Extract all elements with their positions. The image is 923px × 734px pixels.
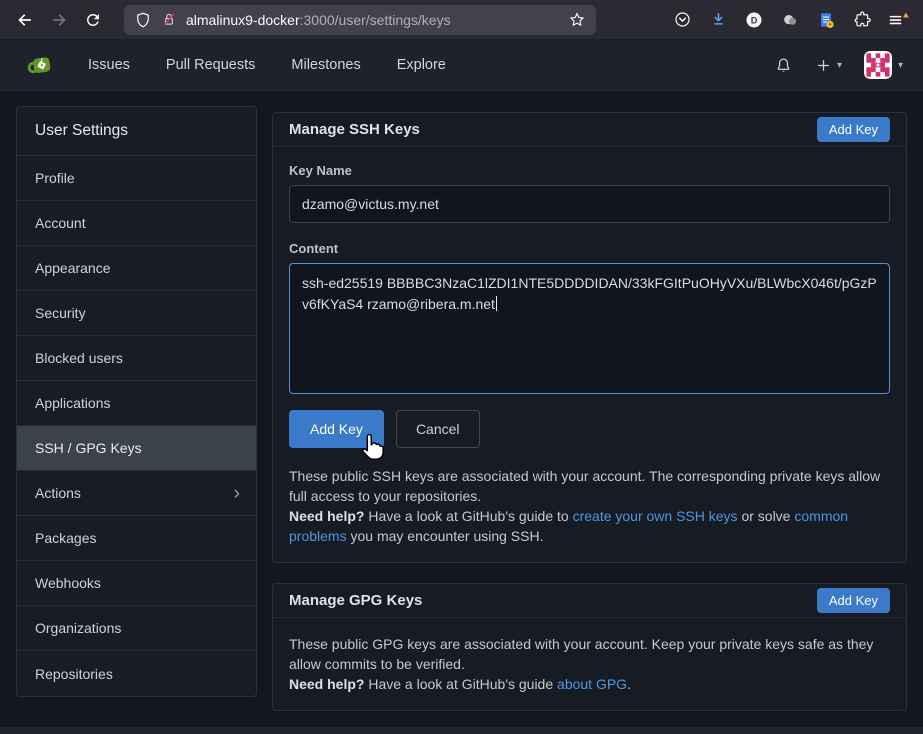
chevron-right-icon: › (234, 484, 240, 503)
plus-icon (815, 57, 832, 74)
extensions-puzzle-button[interactable] (845, 5, 879, 35)
sidebar-title: User Settings (17, 107, 256, 156)
sidebar-item-packages[interactable]: Packages (17, 516, 256, 561)
url-host: almalinux9-docker (186, 12, 300, 28)
update-warning-badge (903, 12, 909, 17)
circles-extension-icon (780, 10, 800, 30)
reload-icon (84, 11, 102, 29)
gitea-logo-link[interactable] (26, 50, 56, 80)
create-new-button[interactable]: ▾ (815, 57, 842, 74)
sidebar-item-ssh-gpg-keys[interactable]: SSH / GPG Keys (17, 426, 256, 471)
about-gpg-link[interactable]: about GPG (557, 676, 627, 692)
gpg-add-key-toggle-button[interactable]: Add Key (817, 588, 890, 613)
extension-circles-button[interactable] (773, 5, 807, 35)
ssh-panel-title: Manage SSH Keys (289, 121, 420, 138)
sidebar-item-security[interactable]: Security (17, 291, 256, 336)
sidebar-item-profile[interactable]: Profile (17, 156, 256, 201)
notifications-button[interactable] (774, 56, 793, 75)
chevron-down-icon: ▾ (898, 60, 903, 71)
content-textarea[interactable]: ssh-ed25519 BBBBC3NzaC1lZDI1NTE5DDDDIDAN… (289, 263, 890, 394)
ssh-panel-header: Manage SSH Keys Add Key (273, 113, 906, 147)
gpg-panel-title: Manage GPG Keys (289, 592, 422, 609)
key-name-label: Key Name (289, 163, 890, 178)
footer-strip (0, 727, 923, 734)
forward-arrow-icon (49, 10, 69, 30)
chevron-down-icon: ▾ (837, 60, 842, 71)
browser-actions: D (665, 5, 915, 35)
extension-document-button[interactable] (809, 5, 843, 35)
gpg-panel-body: These public GPG keys are associated wit… (273, 618, 906, 710)
bookmark-star-icon[interactable] (568, 11, 586, 29)
forward-button[interactable] (42, 5, 76, 35)
content-label: Content (289, 241, 890, 256)
gpg-help-text: These public GPG keys are associated wit… (289, 634, 890, 694)
app-menu-button[interactable] (881, 5, 915, 35)
extension-d-button[interactable]: D (737, 5, 771, 35)
url-path: :3000/user/settings/keys (300, 12, 451, 28)
manage-ssh-keys-panel: Manage SSH Keys Add Key Key Name dzamo@v… (272, 112, 907, 563)
sidebar-item-webhooks[interactable]: Webhooks (17, 561, 256, 606)
nav-link-explore[interactable]: Explore (397, 40, 446, 91)
gpg-panel-header: Manage GPG Keys Add Key (273, 584, 906, 618)
sidebar-item-actions[interactable]: Actions› (17, 471, 256, 516)
svg-text:D: D (751, 15, 758, 25)
shield-permissions-icon[interactable] (134, 11, 152, 29)
ssh-panel-body: Key Name dzamo@victus.my.net Content ssh… (273, 147, 906, 562)
settings-page: User Settings Profile Account Appearance… (0, 91, 923, 731)
manage-gpg-keys-panel: Manage GPG Keys Add Key These public GPG… (272, 583, 907, 711)
document-extension-icon (816, 10, 836, 30)
create-ssh-keys-link[interactable]: create your own SSH keys (573, 508, 738, 524)
bell-icon (774, 56, 793, 75)
sidebar-item-organizations[interactable]: Organizations (17, 606, 256, 651)
gitea-logo-icon (26, 50, 56, 80)
browser-toolbar: almalinux9-docker:3000/user/settings/key… (0, 0, 923, 40)
text-cursor (496, 296, 498, 311)
ssh-help-text: These public SSH keys are associated wit… (289, 466, 890, 546)
sidebar-item-repositories[interactable]: Repositories (17, 651, 256, 696)
gitea-navbar: Issues Pull Requests Milestones Explore … (0, 40, 923, 91)
sidebar-item-appearance[interactable]: Appearance (17, 246, 256, 291)
ssh-cancel-button[interactable]: Cancel (396, 410, 480, 448)
back-arrow-icon (15, 10, 35, 30)
user-menu-button[interactable]: ▾ (864, 51, 903, 79)
key-name-input[interactable]: dzamo@victus.my.net (289, 185, 890, 223)
sidebar-item-applications[interactable]: Applications (17, 381, 256, 426)
hamburger-menu-icon (886, 10, 910, 30)
url-text: almalinux9-docker:3000/user/settings/key… (186, 12, 560, 28)
ssh-submit-add-key-button[interactable]: Add Key (289, 410, 384, 448)
pocket-icon (673, 10, 692, 29)
pocket-button[interactable] (665, 5, 699, 35)
ssh-add-key-toggle-button[interactable]: Add Key (817, 117, 890, 142)
reload-button[interactable] (76, 5, 110, 35)
letter-d-extension-icon: D (744, 10, 764, 30)
nav-link-issues[interactable]: Issues (88, 40, 130, 91)
ssh-form-buttons: Add Key Cancel (289, 410, 890, 448)
download-icon (709, 10, 728, 29)
settings-sidebar: User Settings Profile Account Appearance… (16, 106, 257, 697)
settings-content: Manage SSH Keys Add Key Key Name dzamo@v… (272, 112, 907, 731)
sidebar-item-account[interactable]: Account (17, 201, 256, 246)
nav-link-milestones[interactable]: Milestones (291, 40, 360, 91)
url-bar[interactable]: almalinux9-docker:3000/user/settings/key… (124, 5, 596, 35)
insecure-lock-icon[interactable] (160, 11, 178, 29)
navbar-right: ▾ ▾ (774, 51, 903, 79)
back-button[interactable] (8, 5, 42, 35)
puzzle-piece-icon (853, 10, 872, 29)
user-avatar (864, 51, 892, 79)
downloads-button[interactable] (701, 5, 735, 35)
nav-link-pull-requests[interactable]: Pull Requests (166, 40, 255, 91)
sidebar-item-blocked-users[interactable]: Blocked users (17, 336, 256, 381)
